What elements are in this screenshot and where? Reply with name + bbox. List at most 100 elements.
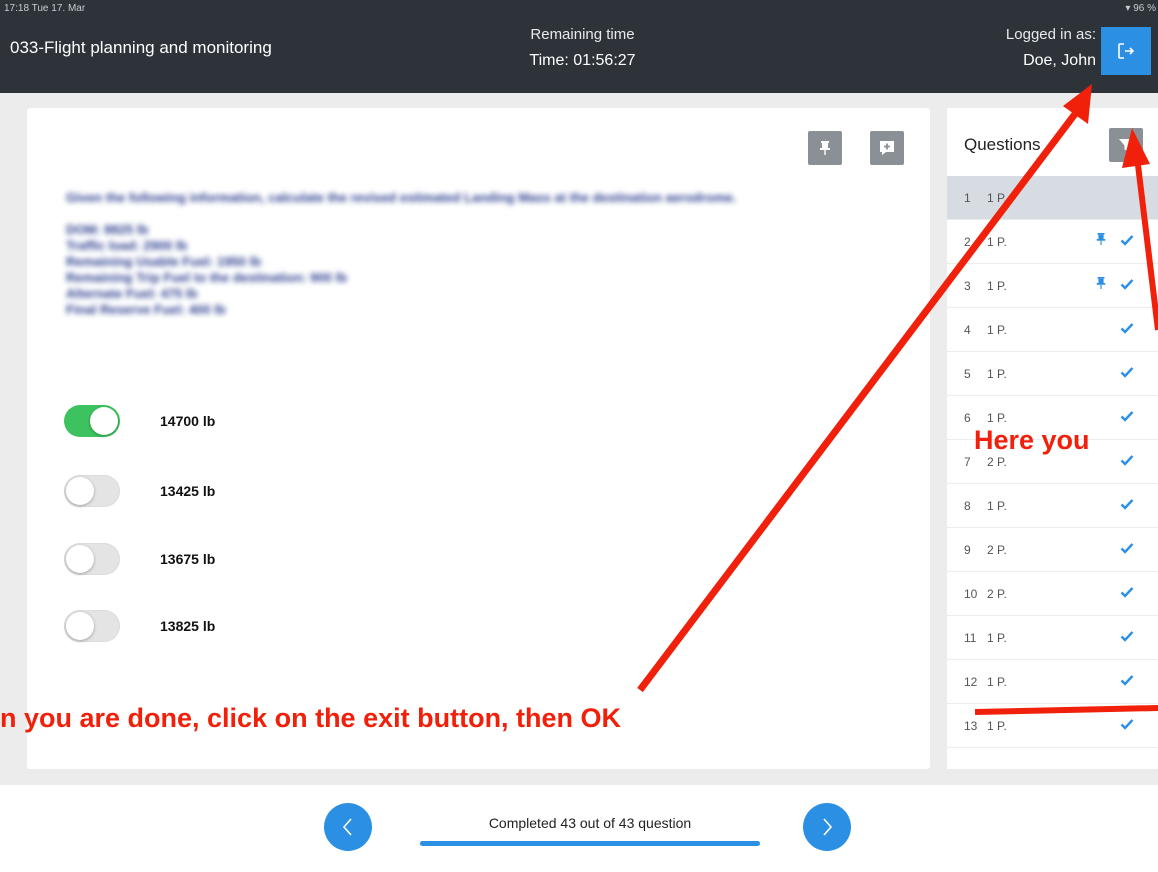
exit-button[interactable] — [1101, 27, 1151, 75]
checkmark-icon — [1120, 542, 1134, 557]
question-list-item[interactable]: 13 1 P. — [947, 704, 1158, 748]
question-points: 1 P. — [987, 411, 1007, 425]
question-list-item[interactable]: 5 1 P. — [947, 352, 1158, 396]
checkmark-icon — [1120, 366, 1134, 381]
question-list-item[interactable]: 2 1 P. — [947, 220, 1158, 264]
exam-subject: 033-Flight planning and monitoring — [10, 38, 272, 57]
questions-panel-title: Questions — [964, 135, 1041, 154]
question-points: 1 P. — [987, 719, 1007, 733]
question-points: 2 P. — [987, 587, 1007, 601]
answer-option[interactable]: 13825 lb — [64, 609, 364, 643]
question-list-item[interactable]: 11 1 P. — [947, 616, 1158, 660]
question-list-item[interactable]: 4 1 P. — [947, 308, 1158, 352]
pin-icon — [1095, 276, 1107, 293]
question-list-item[interactable]: 8 1 P. — [947, 484, 1158, 528]
question-number: 11 — [964, 631, 977, 645]
pin-question-button[interactable] — [808, 131, 842, 165]
toggle-knob — [66, 545, 94, 573]
answer-toggle[interactable] — [64, 610, 120, 642]
question-number: 8 — [964, 499, 971, 513]
user-name: Doe, John — [1023, 52, 1096, 69]
question-number: 6 — [964, 411, 971, 425]
question-number: 13 — [964, 719, 978, 733]
chevron-left-icon — [342, 818, 352, 836]
question-detail: Remaining Trip Fuel to the destination: … — [66, 270, 347, 285]
toggle-knob — [90, 407, 118, 435]
toggle-knob — [66, 477, 94, 505]
remaining-time-label: Remaining time — [530, 26, 635, 43]
question-list-item[interactable]: 10 2 P. — [947, 572, 1158, 616]
checkmark-icon — [1120, 586, 1134, 601]
pin-icon — [1095, 232, 1107, 249]
question-points: 1 P. — [987, 367, 1007, 381]
answer-toggle[interactable] — [64, 405, 120, 437]
checkmark-icon — [1120, 674, 1134, 689]
progress-bar — [420, 841, 760, 846]
question-points: 1 P. — [987, 191, 1007, 205]
question-points: 2 P. — [987, 543, 1007, 557]
question-points: 2 P. — [987, 455, 1007, 469]
question-detail: Alternate Fuel: 475 lb — [66, 286, 198, 301]
answer-option[interactable]: 14700 lb — [64, 404, 364, 438]
answer-toggle[interactable] — [64, 543, 120, 575]
question-points: 1 P. — [987, 235, 1007, 249]
question-detail: Remaining Usable Fuel: 1950 lb — [66, 254, 262, 269]
question-number: 10 — [964, 587, 978, 601]
answer-label: 13675 lb — [160, 551, 216, 567]
checkmark-icon — [1120, 322, 1134, 337]
exit-icon — [1118, 43, 1135, 59]
question-list-item[interactable]: 9 2 P. — [947, 528, 1158, 572]
question-number: 2 — [964, 235, 971, 249]
progress-bar-fill — [420, 841, 760, 846]
question-points: 1 P. — [987, 499, 1007, 513]
filter-icon — [1119, 139, 1133, 151]
question-number: 3 — [964, 279, 971, 293]
previous-question-button[interactable] — [324, 803, 372, 851]
question-list-item[interactable]: 1 1 P. — [947, 176, 1158, 220]
question-number: 1 — [964, 191, 971, 205]
question-list-item[interactable]: 3 1 P. — [947, 264, 1158, 308]
answer-toggle[interactable] — [64, 475, 120, 507]
question-card: Given the following information, calcula… — [27, 108, 930, 769]
answer-option[interactable]: 13675 lb — [64, 542, 364, 576]
wifi-icon: ▾ — [1125, 3, 1131, 14]
footer-bar: Completed 43 out of 43 question — [0, 785, 1158, 872]
filter-button[interactable] — [1109, 128, 1143, 162]
logged-in-label: Logged in as: — [1005, 26, 1096, 43]
checkmark-icon — [1120, 234, 1134, 249]
battery-level: 96 % — [1133, 3, 1156, 14]
header-bar: 17:18 Tue 17. Mar ▾ 96 % 033-Flight plan… — [0, 0, 1158, 93]
checkmark-icon — [1120, 718, 1134, 733]
question-text: Given the following information, calcula… — [66, 190, 786, 318]
answer-label: 14700 lb — [160, 413, 216, 429]
checkmark-icon — [1120, 454, 1134, 469]
question-detail: Final Reserve Fuel: 400 lb — [66, 302, 226, 317]
device-clock: 17:18 Tue 17. Mar — [4, 3, 86, 14]
answer-label: 13425 lb — [160, 483, 216, 499]
answer-label: 13825 lb — [160, 618, 216, 634]
battery-indicator: ▾ 96 % — [1125, 3, 1156, 14]
add-comment-icon — [880, 141, 894, 155]
question-points: 1 P. — [987, 323, 1007, 337]
checkmark-icon — [1120, 278, 1134, 293]
question-points: 1 P. — [987, 279, 1007, 293]
question-detail: Traffic load: 2900 lb — [66, 238, 188, 253]
annotation-filter-hint: Here you — [974, 425, 1090, 455]
next-question-button[interactable] — [803, 803, 851, 851]
question-number: 4 — [964, 323, 971, 337]
answer-option[interactable]: 13425 lb — [64, 474, 364, 508]
toggle-knob — [66, 612, 94, 640]
question-intro: Given the following information, calcula… — [66, 190, 737, 205]
pin-icon — [820, 141, 830, 155]
add-comment-button[interactable] — [870, 131, 904, 165]
question-points: 1 P. — [987, 675, 1007, 689]
chevron-right-icon — [823, 818, 833, 836]
question-list: 1 1 P. 2 1 P. 3 1 P. 4 1 P. 5 1 P. 6 1 P. 7 2 P. 8 1 P.… — [947, 176, 1158, 748]
question-number: 12 — [964, 675, 978, 689]
question-list-item[interactable]: 12 1 P. — [947, 660, 1158, 704]
question-number: 7 — [964, 455, 971, 469]
progress-text: Completed 43 out of 43 question — [488, 815, 692, 831]
question-points: 1 P. — [987, 631, 1007, 645]
checkmark-icon — [1120, 498, 1134, 513]
checkmark-icon — [1120, 630, 1134, 645]
